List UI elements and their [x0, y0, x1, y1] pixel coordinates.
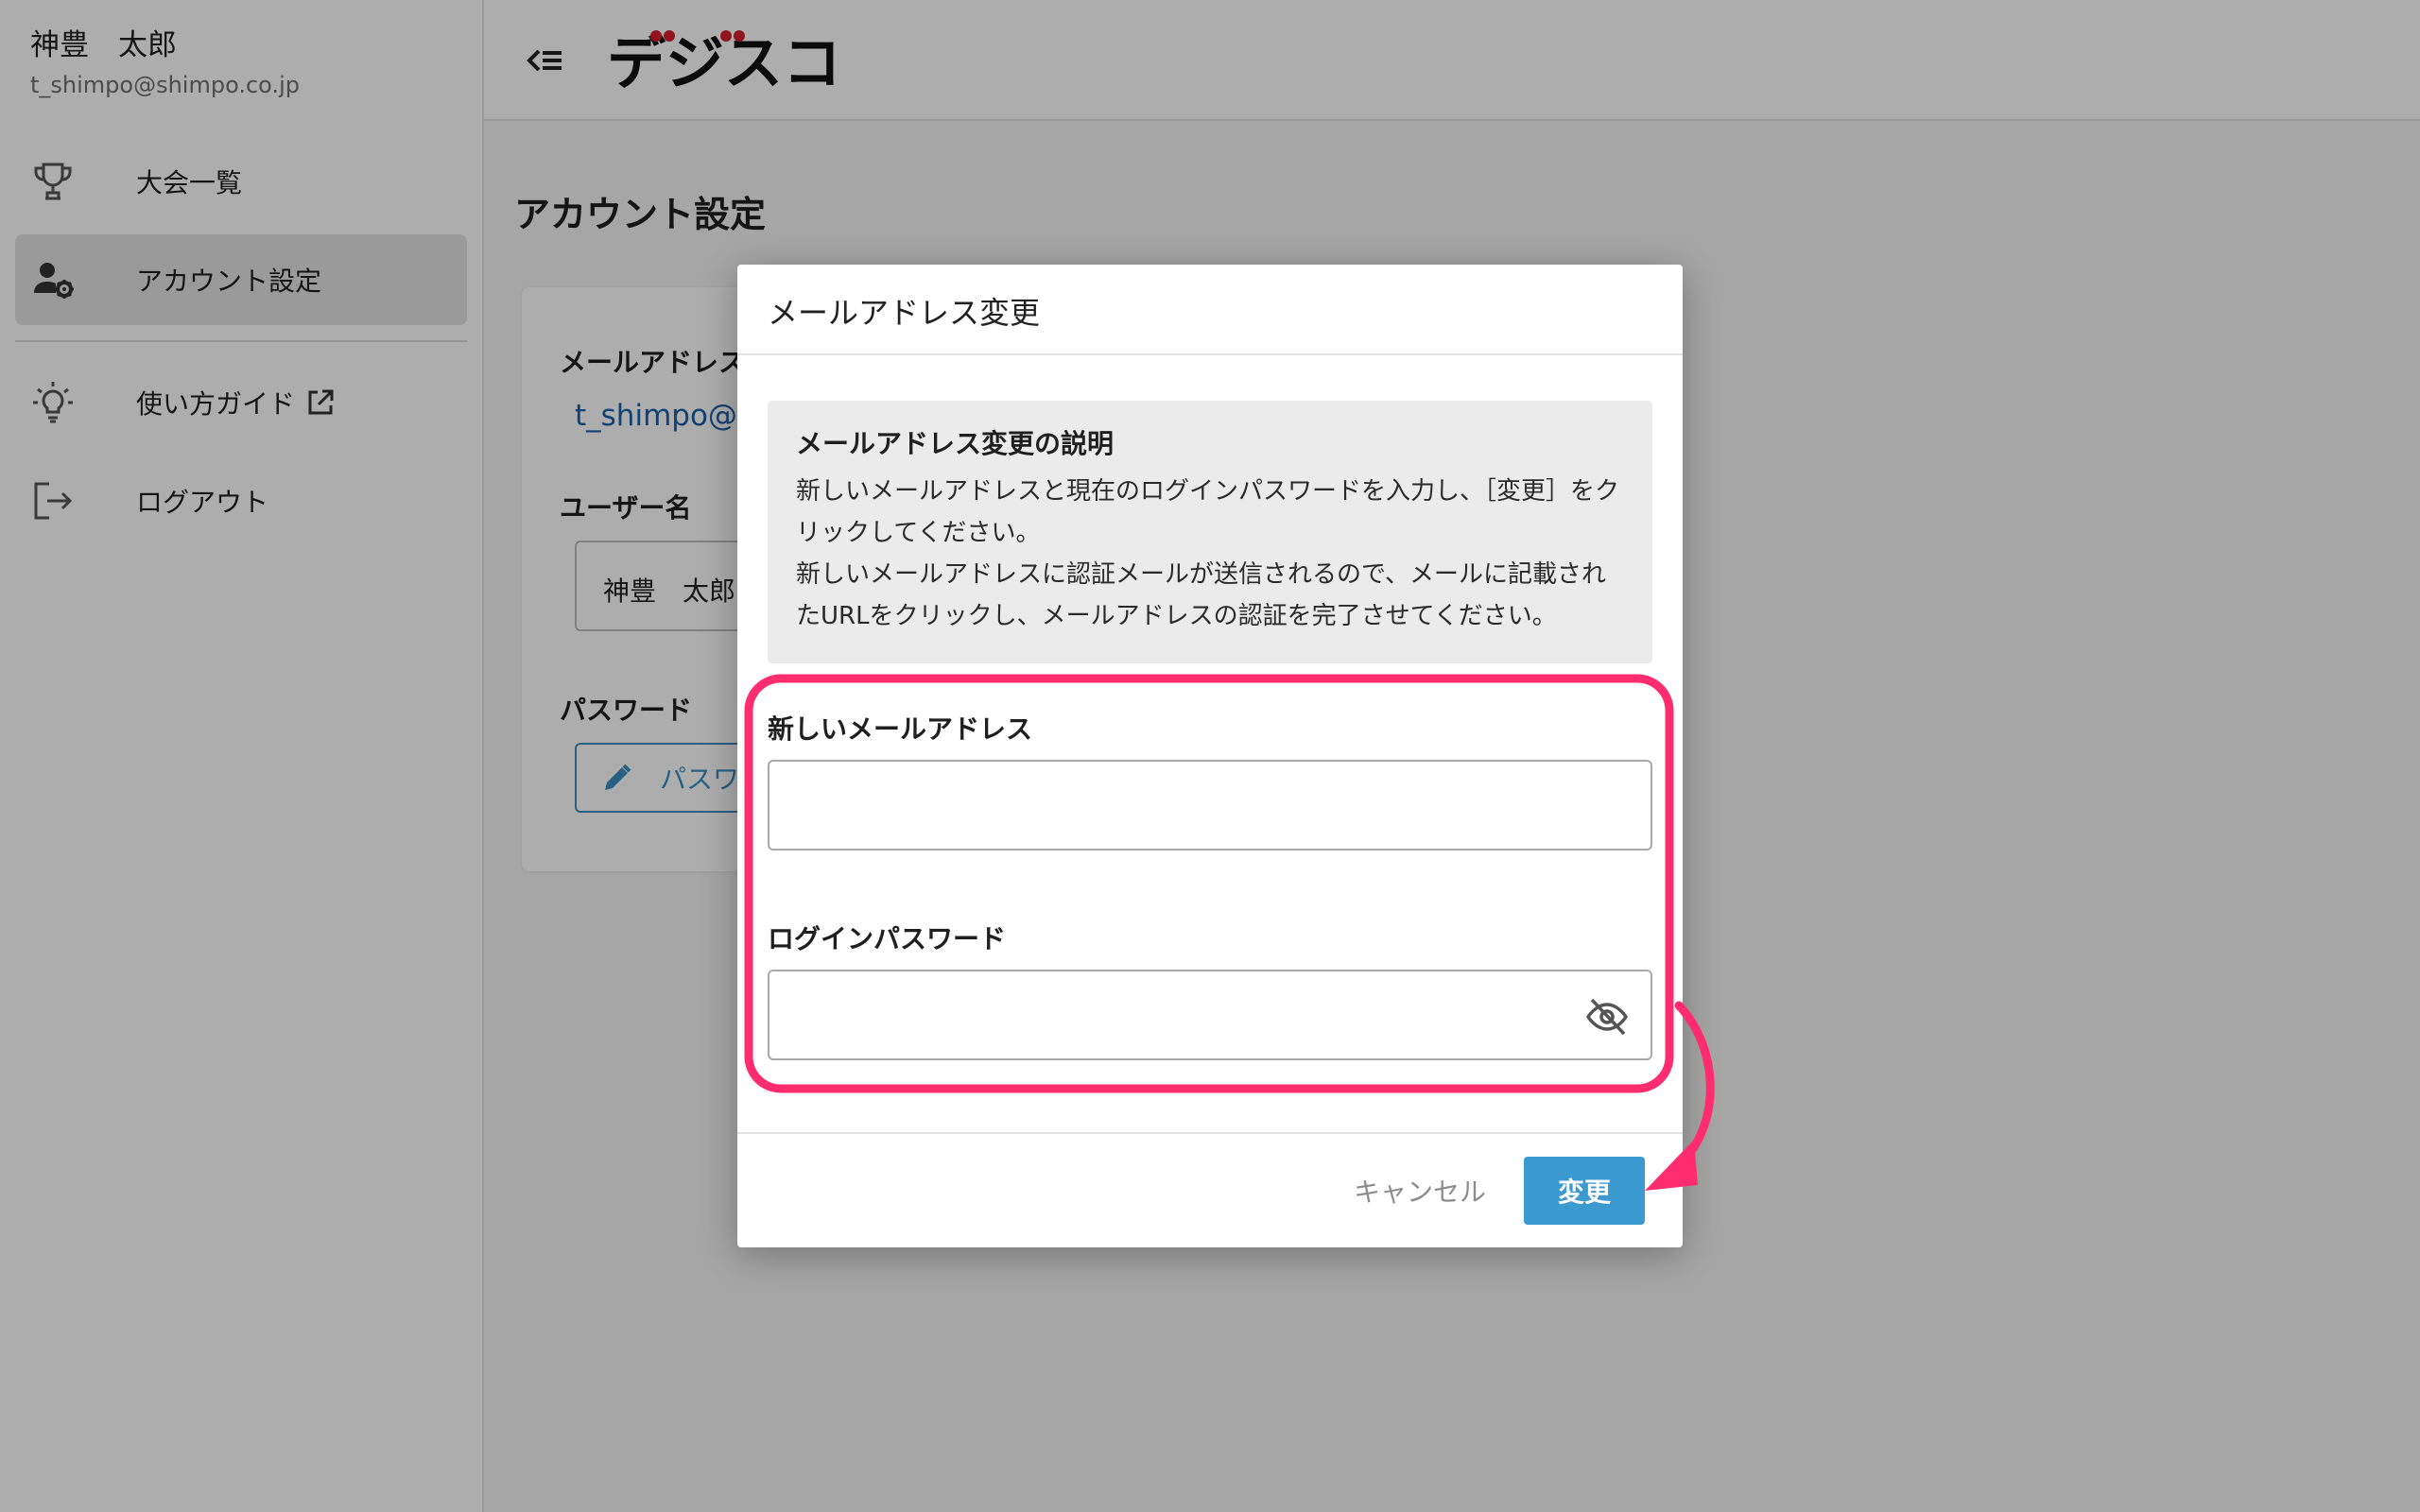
info-box: メールアドレス変更の説明 新しいメールアドレスと現在のログインパスワードを入力し… — [768, 401, 1652, 663]
dialog-divider — [737, 1132, 1683, 1134]
info-text-2: 新しいメールアドレスに認証メールが送信されるので、メールに記載されたURLをクリ… — [796, 560, 1606, 630]
login-password-input[interactable] — [768, 970, 1652, 1060]
eye-off-icon[interactable] — [1584, 994, 1630, 1040]
change-email-dialog: メールアドレス変更 メールアドレス変更の説明 新しいメールアドレスと現在のログイ… — [737, 265, 1683, 1247]
submit-change-button[interactable]: 変更 — [1524, 1157, 1645, 1225]
new-email-input[interactable] — [768, 760, 1652, 850]
info-title: メールアドレス変更の説明 — [796, 428, 1115, 459]
new-email-label: 新しいメールアドレス — [768, 713, 1033, 745]
dialog-title: メールアドレス変更 — [768, 295, 1041, 331]
login-password-label: ログインパスワード — [768, 923, 1007, 954]
cancel-button[interactable]: キャンセル — [1335, 1157, 1505, 1225]
info-text-1: 新しいメールアドレスと現在のログインパスワードを入力し、［変更］をクリックしてく… — [796, 477, 1620, 547]
dialog-divider — [737, 353, 1683, 355]
